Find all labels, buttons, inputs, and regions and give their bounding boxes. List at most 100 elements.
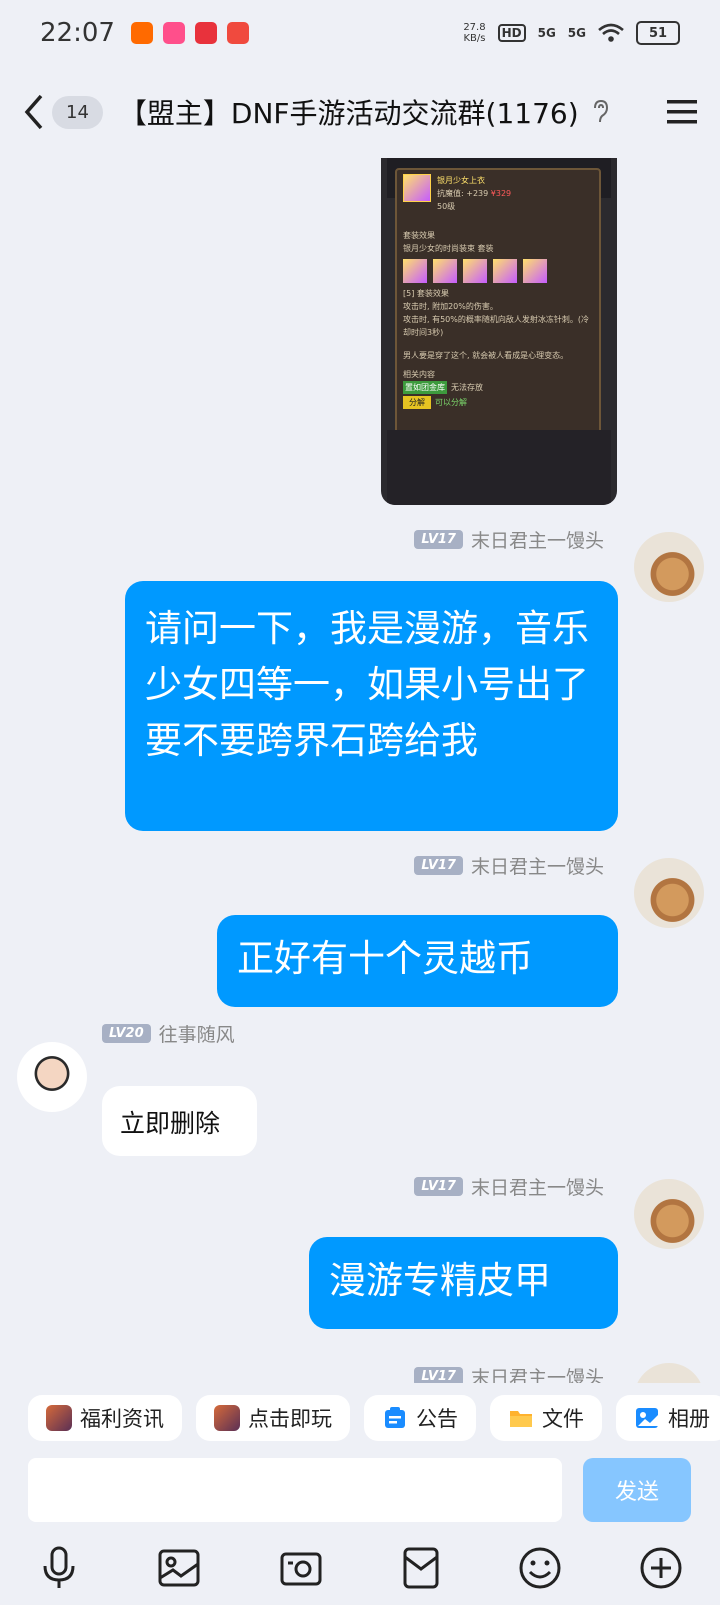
sender-meta: LV17 末日君主一馒头 [414, 852, 604, 879]
sender-name[interactable]: 末日君主一馒头 [471, 852, 604, 879]
sender-name[interactable]: 往事随风 [159, 1020, 235, 1047]
message-bubble[interactable]: 正好有十个灵越币 [217, 915, 618, 1007]
earpiece-mode-icon[interactable] [589, 98, 611, 126]
game-avatar-icon [46, 1405, 72, 1431]
avatar[interactable] [634, 1363, 704, 1383]
split-status: 可以分解 [435, 398, 467, 407]
sender-meta: LV17 末日君主一馒头 [414, 1363, 604, 1383]
item-tooltip: 银月少女上衣 抗魔值: +239 ¥329 50级 套装效果 银月少女的时尚装束… [395, 168, 601, 436]
wifi-icon [598, 23, 624, 42]
voice-button[interactable] [34, 1543, 84, 1593]
red-app-icon [194, 22, 217, 44]
message-bubble[interactable]: 请问一下，我是漫游，音乐少女四等一，如果小号出了要不要跨界石跨给我 [125, 581, 618, 831]
store-button: 置如团金库 [403, 381, 447, 394]
item-level: 50级 [437, 202, 456, 211]
camera-button[interactable] [276, 1543, 326, 1593]
sender-name[interactable]: 末日君主一馒头 [471, 1173, 604, 1200]
image-message[interactable]: 银月少女上衣 抗魔值: +239 ¥329 50级 套装效果 银月少女的时尚装束… [381, 158, 617, 505]
avatar[interactable] [17, 1042, 87, 1112]
microphone-icon [43, 1546, 75, 1588]
message-bubble[interactable]: 立即删除 [102, 1086, 257, 1156]
message-bubble[interactable]: 漫游专精皮甲 [309, 1237, 618, 1329]
level-badge: LV20 [102, 1024, 151, 1043]
set-item-icons [403, 259, 593, 283]
red-packet-icon [403, 1547, 439, 1589]
battery-icon: 51 [636, 21, 680, 45]
split-button: 分解 [403, 396, 431, 409]
sale-app-icon [226, 22, 249, 44]
quick-chip-welfare[interactable]: 福利资讯 [28, 1395, 182, 1441]
set-item-icon [523, 259, 547, 283]
chip-label: 福利资讯 [80, 1407, 164, 1431]
quick-chip-play[interactable]: 点击即玩 [196, 1395, 350, 1441]
message-input[interactable] [28, 1458, 562, 1522]
chevron-left-icon [24, 94, 43, 130]
status-bar: 22:07 27.8 KB/s HD 5G 5G 51 [0, 0, 720, 66]
network-speed: 27.8 KB/s [463, 22, 485, 44]
sender-name[interactable]: 末日君主一馒头 [471, 1363, 604, 1383]
game-screenshot-bottom [387, 430, 611, 505]
level-badge: LV17 [414, 856, 463, 875]
emoji-button[interactable] [515, 1543, 565, 1593]
avatar[interactable] [634, 858, 704, 928]
image-icon [158, 1549, 200, 1587]
sender-meta: LV17 末日君主一馒头 [414, 1173, 604, 1200]
level-badge: LV17 [414, 530, 463, 549]
message-list[interactable]: 银月少女上衣 抗魔值: +239 ¥329 50级 套装效果 银月少女的时尚装束… [0, 158, 720, 1383]
chip-label: 文件 [542, 1407, 584, 1431]
sim1-signal-icon: 5G [537, 26, 556, 40]
pink-app-icon [162, 22, 185, 44]
item-name: 银月少女上衣 [437, 176, 485, 185]
related-heading: 相关内容 [403, 370, 435, 379]
set-item-icon [493, 259, 517, 283]
camera-icon [280, 1552, 322, 1586]
set-heading: 套装效果 [403, 231, 435, 240]
level-badge: LV17 [414, 1177, 463, 1196]
net-speed-value: 27.8 [463, 22, 486, 33]
set-bonus-title: [5] 套装效果 [403, 289, 449, 298]
bottom-toolbar [0, 1535, 720, 1605]
red-packet-button[interactable] [396, 1543, 446, 1593]
send-button[interactable]: 发送 [583, 1458, 691, 1522]
chip-label: 公告 [416, 1407, 458, 1431]
taobao-icon [130, 22, 153, 44]
item-stat: 抗魔值: +239 [437, 189, 489, 198]
chat-header: 14 【盟主】DNF手游活动交流群(1176) [0, 66, 720, 158]
image-button[interactable] [154, 1543, 204, 1593]
set-item-icon [433, 259, 457, 283]
set-bonus-1: 攻击时, 附加20%的伤害。 [403, 302, 498, 311]
game-avatar-icon [214, 1405, 240, 1431]
plus-icon [640, 1547, 682, 1589]
sim2-signal-icon: 5G [567, 26, 586, 40]
quick-chip-files[interactable]: 文件 [490, 1395, 602, 1441]
clock: 22:07 [40, 18, 115, 48]
avatar[interactable] [634, 1179, 704, 1249]
store-status: 无法存放 [451, 383, 483, 392]
unread-count-badge[interactable]: 14 [52, 95, 103, 129]
item-stat-value: ¥329 [490, 189, 512, 198]
emoji-icon [519, 1547, 561, 1589]
album-icon [636, 1408, 658, 1428]
hd-voice-icon: HD [497, 24, 526, 42]
group-title: 【盟主】DNF手游活动交流群(1176) [118, 97, 579, 130]
back-button[interactable] [20, 92, 48, 132]
menu-icon[interactable] [664, 97, 700, 127]
quick-chip-announcement[interactable]: 公告 [364, 1395, 476, 1441]
chip-label: 相册 [668, 1407, 710, 1431]
avatar[interactable] [634, 532, 704, 602]
quick-chip-album[interactable]: 相册 [616, 1395, 720, 1441]
set-item-icon [403, 259, 427, 283]
quick-actions-bar[interactable]: 福利资讯 点击即玩 公告 文件 相册 [0, 1383, 720, 1453]
set-item-icon [463, 259, 487, 283]
announcement-icon [385, 1407, 405, 1428]
net-speed-unit: KB/s [463, 33, 486, 44]
set-name: 银月少女的时尚装束 套装 [403, 244, 494, 253]
sender-name[interactable]: 末日君主一馒头 [471, 526, 604, 553]
notification-icons [130, 22, 249, 44]
item-icon [403, 174, 431, 202]
sender-meta: LV20 往事随风 [102, 1020, 235, 1047]
chip-label: 点击即玩 [248, 1407, 332, 1431]
composer: 发送 [0, 1453, 720, 1535]
set-bonus-2: 攻击时, 有50%的概率随机向敌人发射冰冻针刺。(冷却时间3秒) [403, 315, 589, 337]
more-button[interactable] [636, 1543, 686, 1593]
